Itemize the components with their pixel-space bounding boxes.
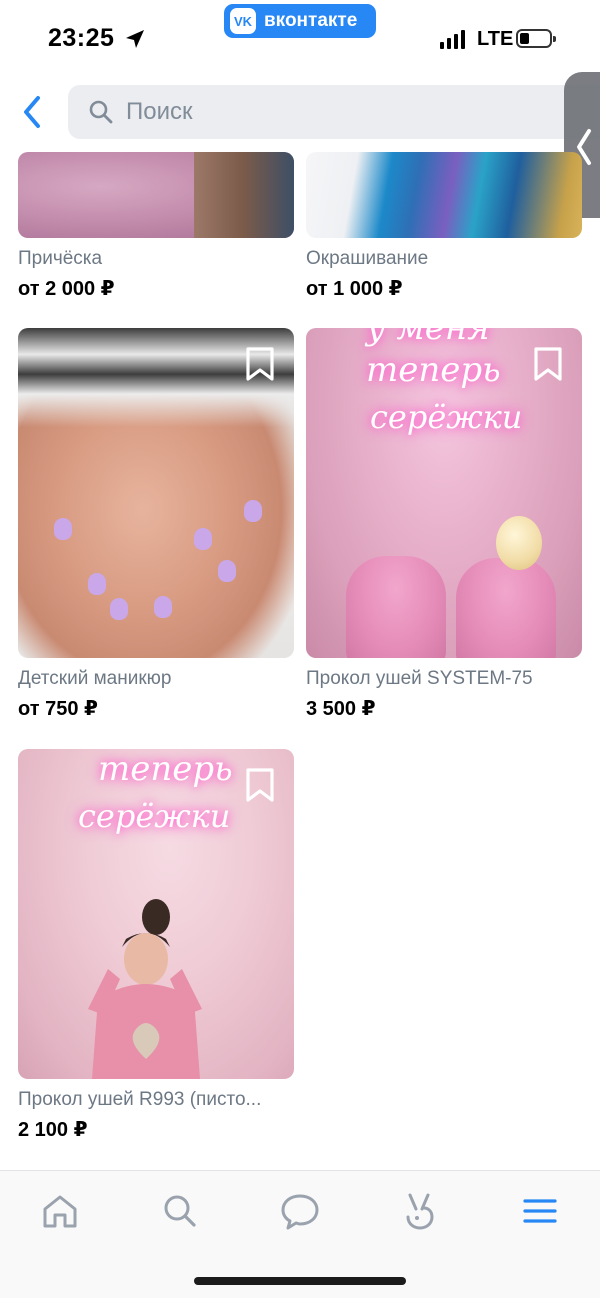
product-price: 2 100 ₽ bbox=[18, 1119, 88, 1141]
product-image[interactable]: теперь серёжки bbox=[18, 749, 294, 1079]
product-title: Причёска bbox=[18, 248, 103, 269]
status-bar: 23:25 VK вконтакте LTE bbox=[0, 0, 600, 80]
product-price: от 2 000 ₽ bbox=[18, 278, 115, 300]
bookmark-icon[interactable] bbox=[244, 767, 276, 803]
product-card[interactable]: Окрашивание от 1 000 ₽ bbox=[306, 152, 582, 301]
product-card[interactable]: у меня теперь серёжки Прокол ушей SYSTEM… bbox=[306, 328, 582, 721]
back-chevron-icon[interactable] bbox=[14, 92, 54, 132]
menu-icon[interactable] bbox=[520, 1191, 560, 1231]
search-icon[interactable] bbox=[160, 1191, 200, 1231]
product-card[interactable]: Причёска от 2 000 ₽ bbox=[18, 152, 294, 301]
home-indicator bbox=[194, 1277, 406, 1285]
neon-sign-line: теперь bbox=[98, 749, 233, 789]
product-card[interactable]: теперь серёжки Прокол ушей R993 (писто..… bbox=[18, 749, 294, 1142]
signal-icon bbox=[440, 30, 465, 49]
search-bar[interactable] bbox=[68, 85, 600, 139]
product-title: Окрашивание bbox=[306, 248, 429, 269]
battery-icon bbox=[516, 29, 556, 48]
vk-logo-icon: VK bbox=[230, 8, 256, 34]
product-title: Прокол ушей SYSTEM-75 bbox=[306, 668, 533, 689]
product-image[interactable]: у меня теперь серёжки bbox=[306, 328, 582, 658]
neon-sign-line: у меня bbox=[366, 328, 490, 348]
balloon-image bbox=[496, 516, 542, 570]
back-to-app-label: вконтакте bbox=[264, 10, 358, 31]
search-icon bbox=[89, 100, 113, 124]
neon-sign-line: серёжки bbox=[370, 398, 523, 436]
product-price: от 750 ₽ bbox=[18, 698, 98, 720]
product-title: Детский маникюр bbox=[18, 668, 172, 689]
product-price: от 1 000 ₽ bbox=[306, 278, 403, 300]
product-image[interactable] bbox=[306, 152, 582, 238]
product-title: Прокол ушей R993 (писто... bbox=[18, 1089, 262, 1110]
product-image[interactable] bbox=[18, 328, 294, 658]
back-to-app-badge[interactable]: VK вконтакте bbox=[224, 4, 376, 38]
product-image[interactable] bbox=[18, 152, 294, 238]
network-type: LTE bbox=[477, 28, 514, 50]
child-photo bbox=[88, 899, 202, 1079]
product-grid: Причёска от 2 000 ₽ Окрашивание от 1 000… bbox=[0, 152, 600, 1170]
product-card[interactable]: Детский маникюр от 750 ₽ bbox=[18, 328, 294, 721]
neon-sign-line: серёжки bbox=[78, 797, 231, 835]
search-input[interactable] bbox=[124, 97, 528, 127]
status-time: 23:25 bbox=[48, 24, 115, 52]
location-arrow-icon bbox=[126, 30, 144, 48]
bookmark-icon[interactable] bbox=[532, 346, 564, 382]
neon-sign-line: теперь bbox=[366, 350, 501, 390]
messages-icon[interactable] bbox=[280, 1191, 320, 1231]
clips-icon[interactable] bbox=[400, 1191, 440, 1231]
product-price: 3 500 ₽ bbox=[306, 698, 376, 720]
bookmark-icon[interactable] bbox=[244, 346, 276, 382]
home-icon[interactable] bbox=[40, 1191, 80, 1231]
